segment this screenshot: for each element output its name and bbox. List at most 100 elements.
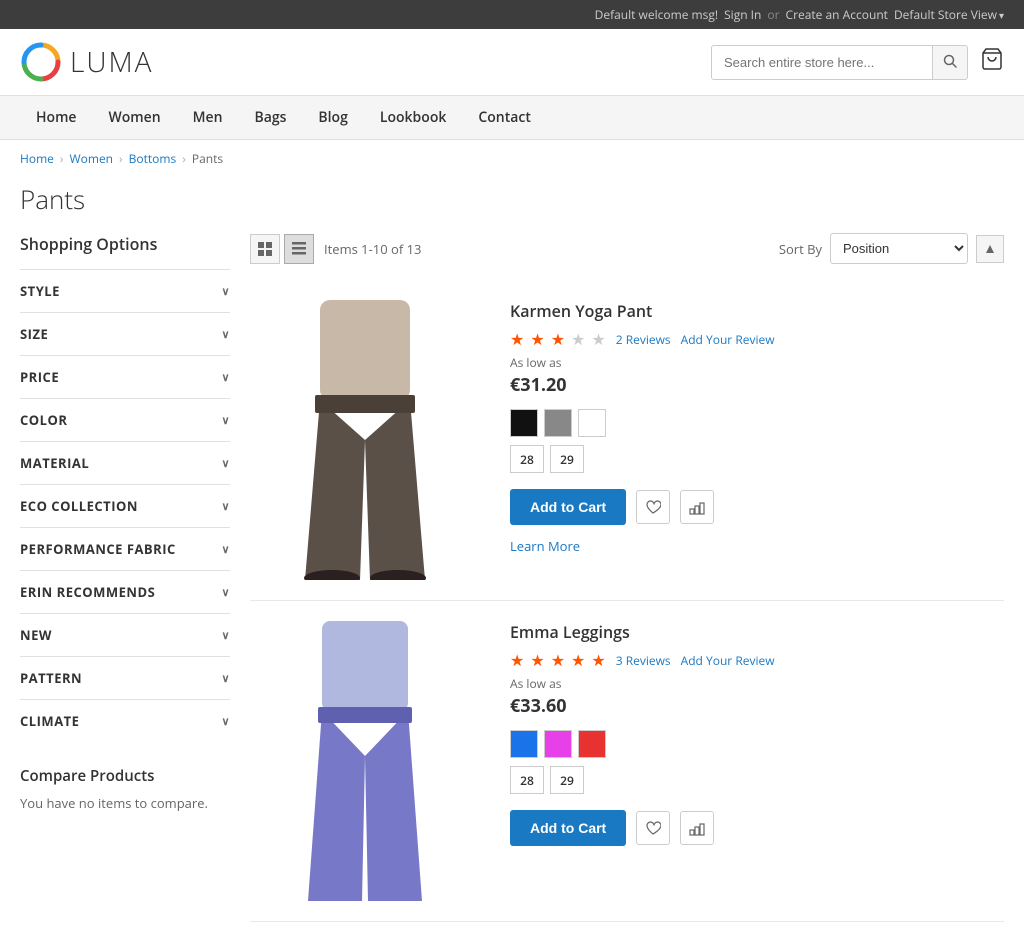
chevron-down-icon: ∨ — [221, 327, 230, 342]
breadcrumb-women[interactable]: Women — [70, 150, 114, 167]
price-label-karmen: As low as — [510, 354, 1004, 371]
filter-style: STYLE ∨ — [20, 269, 230, 312]
product-list: Karmen Yoga Pant ★ ★ ★ ★ ★ 2 Reviews Add… — [250, 280, 1004, 922]
price-emma: €33.60 — [510, 694, 1004, 718]
star-1: ★ — [510, 328, 524, 350]
chevron-down-icon: ∨ — [221, 585, 230, 600]
logo-icon — [20, 41, 62, 83]
size-swatch-29[interactable]: 29 — [550, 445, 584, 473]
product-item-emma: Emma Leggings ★ ★ ★ ★ ★ 3 Reviews Add Yo… — [250, 601, 1004, 922]
color-swatch-pink[interactable] — [544, 730, 572, 758]
nav-item-contact[interactable]: Contact — [462, 96, 546, 139]
compare-emma[interactable] — [680, 811, 714, 845]
filter-climate-label: CLIMATE — [20, 712, 79, 730]
filter-material-toggle[interactable]: MATERIAL ∨ — [20, 442, 230, 484]
price-label-emma: As low as — [510, 675, 1004, 692]
toolbar-right: Sort By Position Product Name Price — [779, 233, 1004, 264]
product-image-karmen — [250, 300, 490, 580]
heart-icon — [645, 499, 661, 515]
breadcrumb-bottoms[interactable]: Bottoms — [129, 150, 177, 167]
cart-button[interactable] — [980, 47, 1004, 78]
search-icon — [943, 54, 957, 68]
heart-icon — [645, 820, 661, 836]
filter-color-toggle[interactable]: COLOR ∨ — [20, 399, 230, 441]
toolbar-left: Items 1-10 of 13 — [250, 234, 421, 264]
filter-performance-toggle[interactable]: PERFORMANCE FABRIC ∨ — [20, 528, 230, 570]
star-3: ★ — [551, 328, 565, 350]
product-rating-emma: ★ ★ ★ ★ ★ 3 Reviews Add Your Review — [510, 649, 1004, 671]
filter-color: COLOR ∨ — [20, 398, 230, 441]
breadcrumb: Home › Women › Bottoms › Pants — [0, 140, 1024, 177]
add-review-emma[interactable]: Add Your Review — [681, 652, 775, 669]
learn-more-karmen[interactable]: Learn More — [510, 537, 580, 555]
logo[interactable]: LUMA — [20, 41, 153, 83]
size-swatch-28[interactable]: 28 — [510, 445, 544, 473]
filter-size-label: SIZE — [20, 325, 48, 343]
filter-color-label: COLOR — [20, 411, 67, 429]
filter-price: PRICE ∨ — [20, 355, 230, 398]
nav-item-lookbook[interactable]: Lookbook — [364, 96, 463, 139]
search-input[interactable] — [712, 47, 932, 78]
filter-new-toggle[interactable]: NEW ∨ — [20, 614, 230, 656]
compare-karmen[interactable] — [680, 490, 714, 524]
breadcrumb-sep-2: › — [119, 150, 123, 167]
size-swatch-29[interactable]: 29 — [550, 766, 584, 794]
filter-style-toggle[interactable]: STYLE ∨ — [20, 270, 230, 312]
color-swatch-black[interactable] — [510, 409, 538, 437]
filter-eco-toggle[interactable]: ECO COLLECTION ∨ — [20, 485, 230, 527]
filter-material: MATERIAL ∨ — [20, 441, 230, 484]
review-count-emma[interactable]: 3 Reviews — [616, 652, 671, 669]
store-switcher[interactable]: Default Store View ▾ — [894, 6, 1004, 23]
filter-price-toggle[interactable]: PRICE ∨ — [20, 356, 230, 398]
add-to-cart-karmen[interactable]: Add to Cart — [510, 489, 626, 525]
nav-item-women[interactable]: Women — [93, 96, 177, 139]
filter-climate-toggle[interactable]: CLIMATE ∨ — [20, 700, 230, 742]
color-swatch-blue[interactable] — [510, 730, 538, 758]
nav-item-blog[interactable]: Blog — [302, 96, 363, 139]
search-button[interactable] — [932, 46, 967, 79]
nav-item-home[interactable]: Home — [20, 96, 93, 139]
filter-pattern-toggle[interactable]: PATTERN ∨ — [20, 657, 230, 699]
star-3: ★ — [551, 649, 565, 671]
color-swatch-red[interactable] — [578, 730, 606, 758]
signin-link[interactable]: Sign In — [724, 6, 761, 23]
product-image-leggings — [250, 621, 480, 901]
star-5: ★ — [591, 649, 605, 671]
grid-icon — [258, 242, 272, 256]
review-count-karmen[interactable]: 2 Reviews — [616, 331, 671, 348]
breadcrumb-home[interactable]: Home — [20, 150, 54, 167]
chevron-down-icon: ∨ — [221, 499, 230, 514]
filter-performance-fabric: PERFORMANCE FABRIC ∨ — [20, 527, 230, 570]
view-list-button[interactable] — [284, 234, 314, 264]
star-2: ★ — [530, 328, 544, 350]
main-content: Shopping Options STYLE ∨ SIZE ∨ PRICE ∨ … — [0, 233, 1024, 952]
nav-item-men[interactable]: Men — [177, 96, 239, 139]
sort-select[interactable]: Position Product Name Price — [830, 233, 968, 264]
color-swatch-gray[interactable] — [544, 409, 572, 437]
add-to-cart-emma[interactable]: Add to Cart — [510, 810, 626, 846]
view-switcher — [250, 234, 314, 264]
star-5: ★ — [591, 328, 605, 350]
create-account-link[interactable]: Create an Account — [786, 6, 888, 23]
sort-direction-button[interactable] — [976, 235, 1004, 263]
view-grid-button[interactable] — [250, 234, 280, 264]
header: LUMA — [0, 29, 1024, 96]
product-item: Karmen Yoga Pant ★ ★ ★ ★ ★ 2 Reviews Add… — [250, 280, 1004, 601]
chevron-down-icon: ∨ — [221, 456, 230, 471]
size-swatch-28[interactable]: 28 — [510, 766, 544, 794]
size-swatches-karmen: 28 29 — [510, 445, 1004, 473]
color-swatch-white[interactable] — [578, 409, 606, 437]
chevron-down-icon: ∨ — [221, 370, 230, 385]
chevron-down-icon: ∨ — [221, 413, 230, 428]
product-details-emma: Emma Leggings ★ ★ ★ ★ ★ 3 Reviews Add Yo… — [510, 621, 1004, 901]
logo-text: LUMA — [70, 43, 153, 81]
product-details-karmen: Karmen Yoga Pant ★ ★ ★ ★ ★ 2 Reviews Add… — [510, 300, 1004, 580]
add-review-karmen[interactable]: Add Your Review — [681, 331, 775, 348]
filter-size-toggle[interactable]: SIZE ∨ — [20, 313, 230, 355]
filter-erin-toggle[interactable]: ERIN RECOMMENDS ∨ — [20, 571, 230, 613]
chevron-down-icon: ∨ — [221, 714, 230, 729]
wishlist-karmen[interactable] — [636, 490, 670, 524]
nav-item-bags[interactable]: Bags — [238, 96, 302, 139]
star-2: ★ — [530, 649, 544, 671]
wishlist-emma[interactable] — [636, 811, 670, 845]
